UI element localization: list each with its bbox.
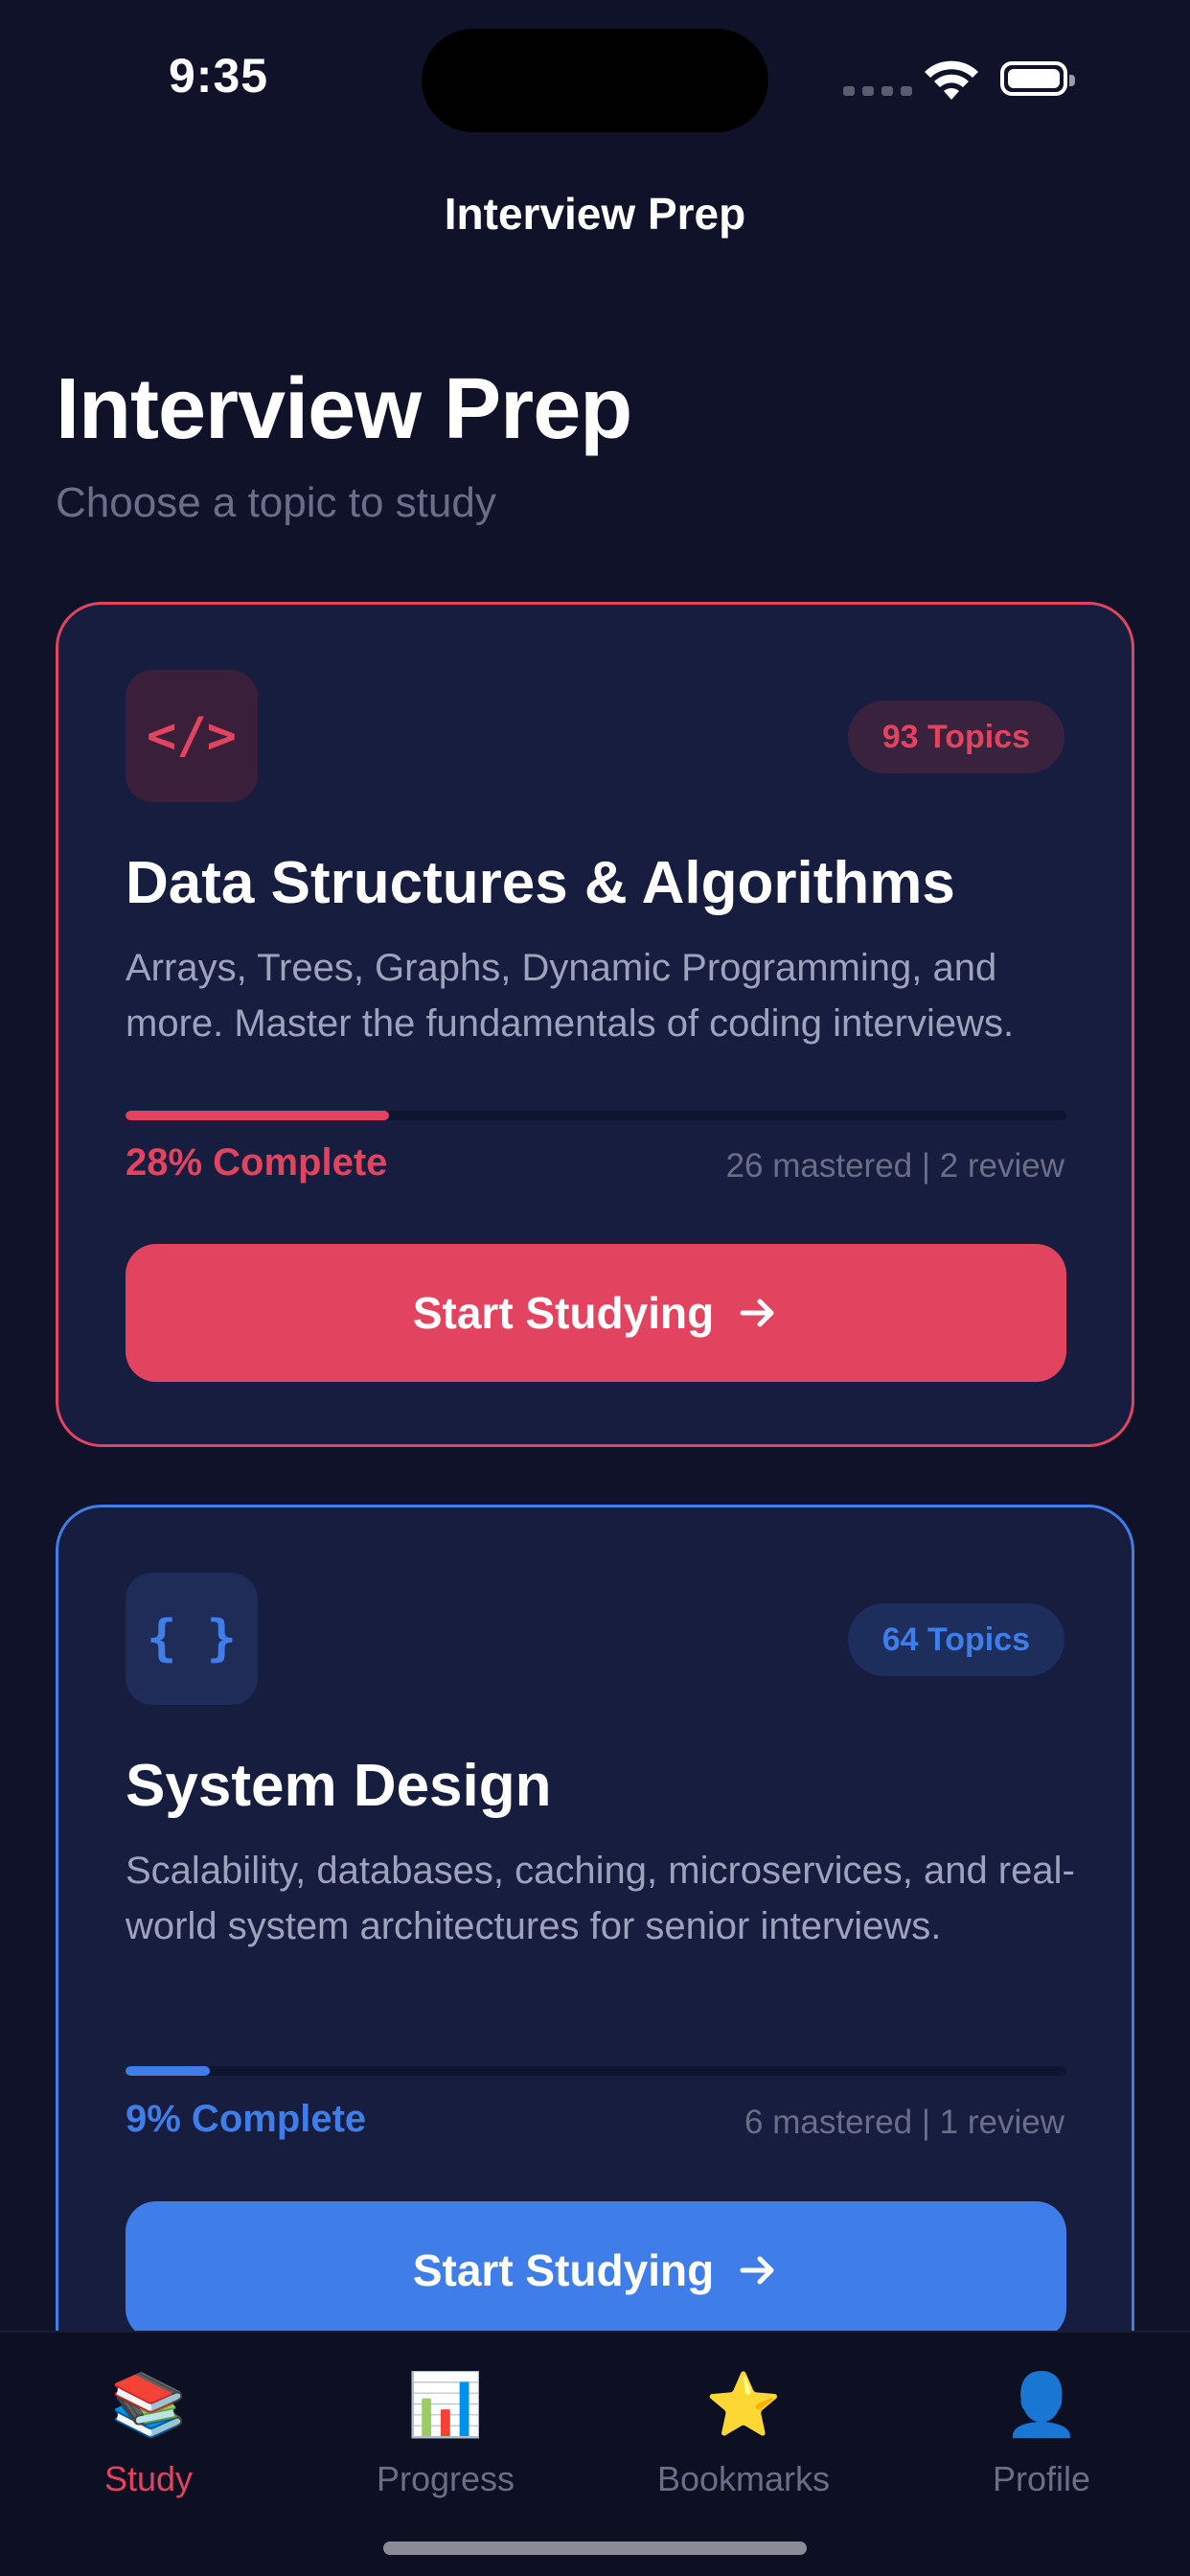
button-label: Start Studying [412,2245,715,2295]
progress-percent-label: 28% Complete [126,1141,388,1184]
topic-card-dsa[interactable]: </> 93 Topics Data Structures & Algorith… [56,602,1134,1447]
progress-fill [126,1111,389,1120]
tab-profile[interactable]: 👤 Profile [893,2371,1190,2499]
person-icon: 👤 [1003,2370,1080,2439]
page-subtitle: Choose a topic to study [56,479,496,526]
arrow-right-icon [740,1299,774,1327]
bar-chart-icon: 📊 [407,2370,484,2439]
tab-label: Profile [992,2459,1091,2498]
card-title: Data Structures & Algorithms [126,850,955,916]
topics-count-badge: 64 Topics [847,1603,1064,1676]
tab-label: Bookmarks [656,2459,831,2498]
progress-fill [126,2066,211,2076]
arrow-right-icon [740,2256,774,2285]
mastery-stats: 26 mastered | 2 review [725,1147,1064,1184]
button-label: Start Studying [412,1288,715,1338]
progress-bar [126,2066,1066,2076]
tab-progress[interactable]: 📊 Progress [297,2371,594,2499]
status-time: 9:35 [169,49,269,103]
books-icon: 📚 [110,2370,187,2439]
mastery-stats: 6 mastered | 1 review [744,2104,1064,2141]
card-description: Arrays, Trees, Graphs, Dynamic Programmi… [126,947,1015,1045]
star-icon: ⭐ [705,2370,782,2439]
tab-study[interactable]: 📚 Study [0,2371,297,2499]
start-studying-button[interactable]: Start Studying [126,1244,1066,1382]
card-description: Scalability, databases, caching, microse… [126,1850,1075,1947]
tab-label: Progress [376,2459,515,2498]
progress-bar [126,1111,1066,1120]
wifi-icon [925,60,978,100]
tab-bar: 📚 Study 📊 Progress ⭐ Bookmarks 👤 Profile [0,2331,1190,2576]
card-title: System Design [126,1753,552,1819]
nav-title: Interview Prep [444,189,746,239]
dynamic-island [422,29,768,132]
status-bar: 9:35 [0,0,1190,144]
progress-percent-label: 9% Complete [126,2098,367,2140]
page-title: Interview Prep [56,361,632,457]
topic-card-system-design[interactable]: { } 64 Topics System Design Scalability,… [56,1505,1134,2463]
home-indicator [383,2542,807,2555]
start-studying-button[interactable]: Start Studying [126,2201,1066,2339]
code-icon: </> [126,670,258,802]
topics-count-badge: 93 Topics [847,701,1064,773]
tab-bookmarks[interactable]: ⭐ Bookmarks [595,2371,892,2499]
braces-icon: { } [126,1573,258,1705]
tab-label: Study [103,2459,194,2498]
cellular-signal-icon [843,86,912,96]
battery-icon [1000,61,1075,96]
